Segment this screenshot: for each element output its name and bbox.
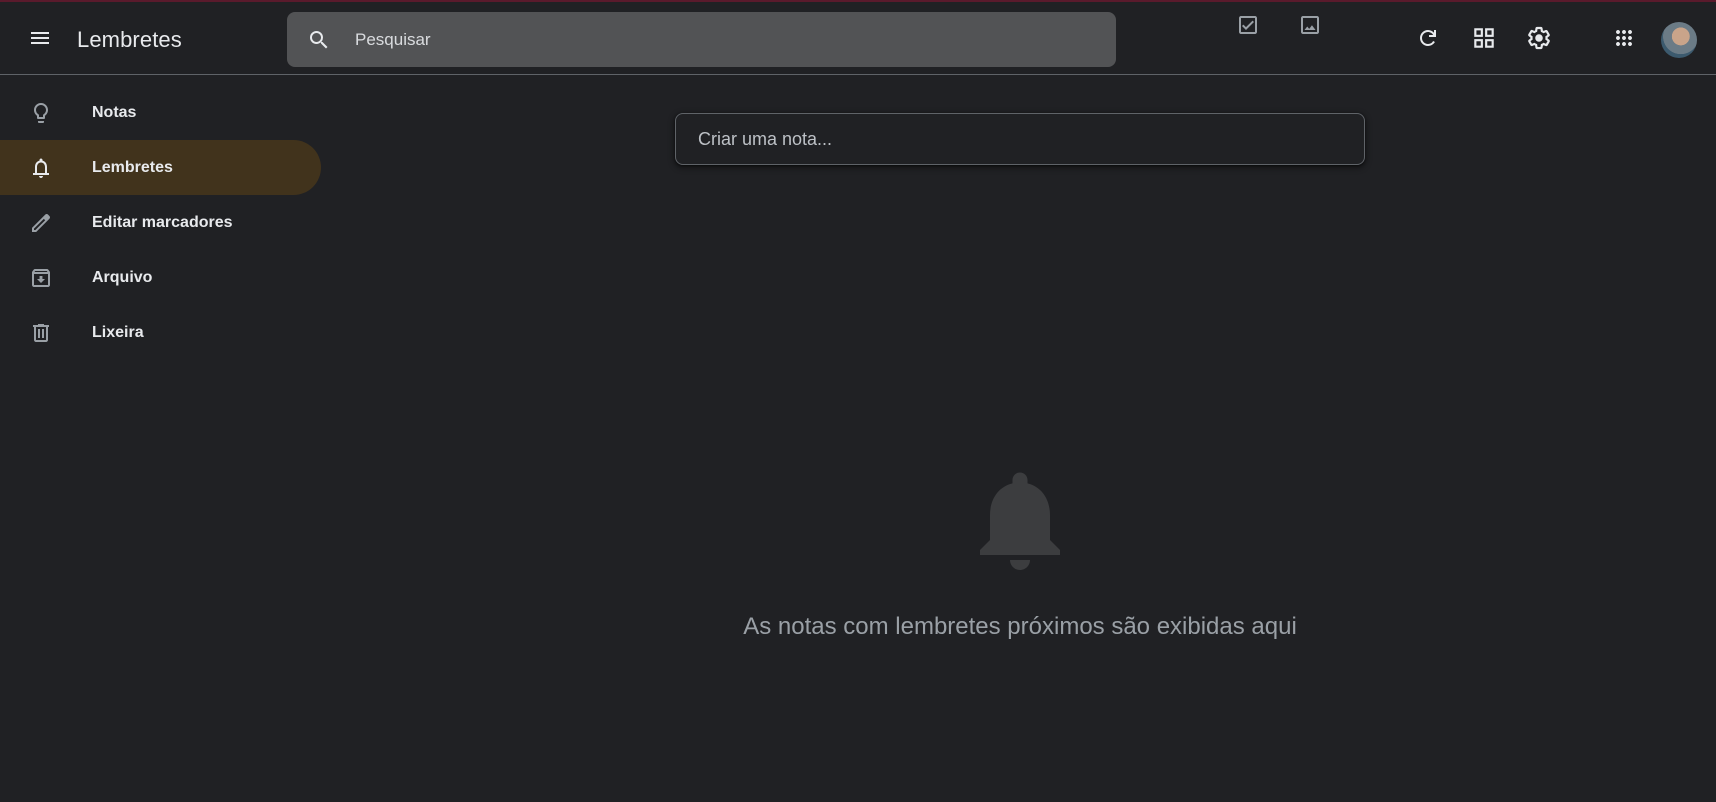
- empty-state: As notas com lembretes próximos são exib…: [675, 460, 1365, 641]
- sidebar-item-label: Editar marcadores: [92, 213, 233, 231]
- apps-button[interactable]: [1600, 14, 1648, 62]
- refresh-icon: [1420, 30, 1436, 46]
- bell-icon: [960, 460, 1080, 585]
- sidebar-item-label: Lembretes: [92, 158, 173, 176]
- main-menu-button[interactable]: [16, 14, 64, 62]
- empty-state-message: As notas com lembretes próximos são exib…: [743, 613, 1297, 640]
- trash-icon: [17, 309, 65, 357]
- sidebar-item-lembretes[interactable]: Lembretes: [0, 140, 321, 195]
- app-header: Lembretes: [0, 2, 1716, 75]
- refresh-button[interactable]: [1404, 14, 1452, 62]
- pencil-icon: [17, 199, 65, 247]
- app-title: Lembretes: [77, 27, 182, 52]
- sidebar: Notas Lembretes Editar marcadores Arquiv…: [0, 85, 322, 360]
- grid-view-button[interactable]: [1460, 14, 1508, 62]
- search-button[interactable]: [295, 16, 343, 64]
- checkbox-icon: [1239, 16, 1257, 34]
- new-image-note-button[interactable]: [1288, 3, 1332, 47]
- search-input[interactable]: [353, 28, 1053, 51]
- sidebar-item-lixeira[interactable]: Lixeira: [0, 305, 321, 360]
- archive-icon: [17, 254, 65, 302]
- sidebar-item-notas[interactable]: Notas: [0, 85, 321, 140]
- sidebar-item-arquivo[interactable]: Arquivo: [0, 250, 321, 305]
- account-avatar[interactable]: [1661, 22, 1697, 58]
- image-icon: [1301, 16, 1319, 34]
- settings-icon: [1528, 26, 1550, 50]
- sidebar-item-label: Arquivo: [92, 268, 153, 286]
- new-list-button[interactable]: [1226, 3, 1270, 47]
- menu-icon: [31, 32, 49, 44]
- apps-icon: [1616, 30, 1632, 46]
- grid-view-icon: [1474, 28, 1494, 48]
- sidebar-item-label: Lixeira: [92, 323, 144, 341]
- lightbulb-icon: [17, 89, 65, 137]
- sidebar-item-label: Notas: [92, 103, 137, 121]
- search-bar[interactable]: [287, 12, 1116, 67]
- take-note-input[interactable]: [696, 127, 1236, 151]
- bell-icon: [17, 144, 65, 192]
- settings-button[interactable]: [1515, 14, 1563, 62]
- search-icon: [310, 30, 328, 48]
- sidebar-item-editar-marcadores[interactable]: Editar marcadores: [0, 195, 321, 250]
- take-note-bar[interactable]: [675, 113, 1365, 165]
